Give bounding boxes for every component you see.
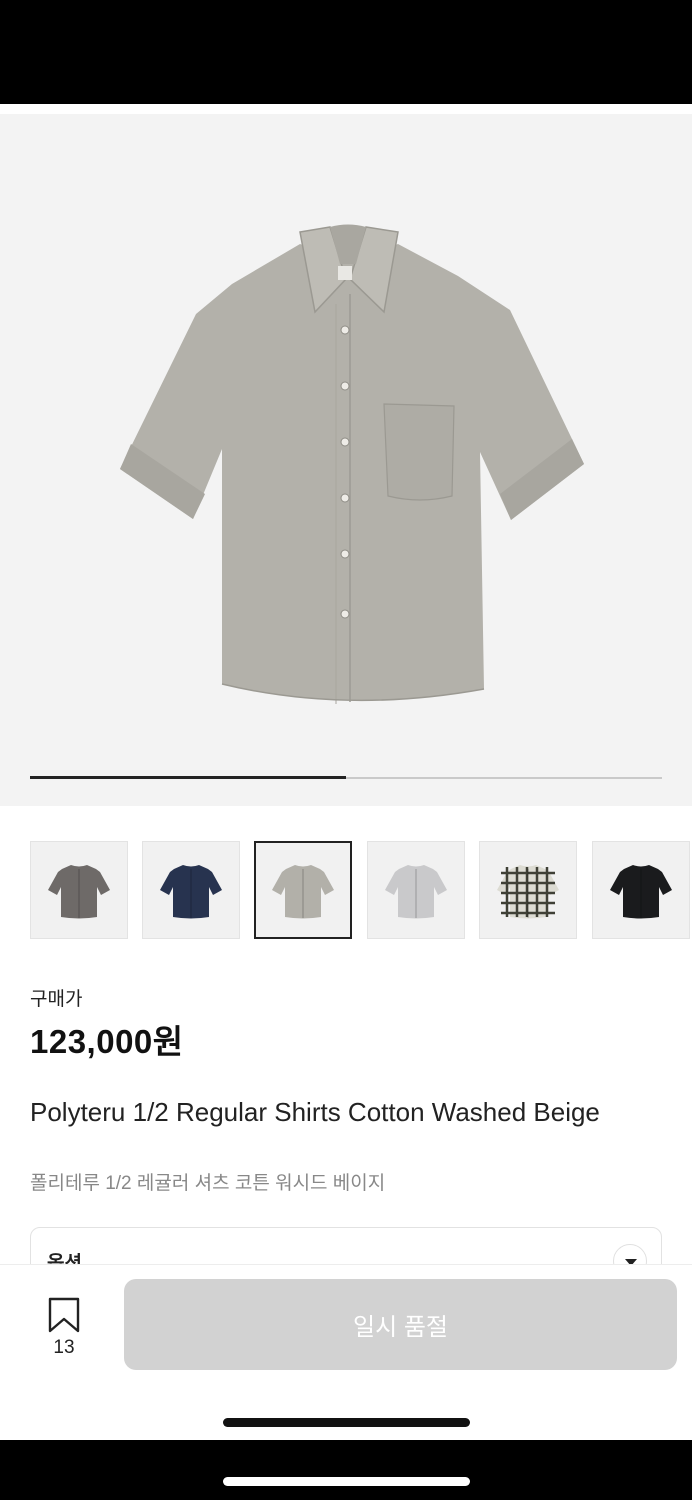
product-image-carousel[interactable] (0, 114, 692, 806)
price-label: 구매가 (30, 989, 83, 1010)
variant-thumb-gray[interactable] (30, 841, 128, 939)
variant-thumb-navy[interactable] (142, 841, 240, 939)
home-indicator-outer (223, 1477, 470, 1486)
variant-thumb-check[interactable] (479, 841, 577, 939)
image-progress-fill (30, 776, 346, 779)
image-progress-track (30, 776, 662, 779)
variant-shirt-black (610, 865, 672, 919)
bottom-action-bar: 13 일시 품절 (0, 1264, 692, 1440)
shirt-image (120, 224, 584, 704)
variant-thumbnails (30, 841, 692, 939)
variant-thumb-light-gray[interactable] (367, 841, 465, 939)
variant-shirt-check (497, 865, 559, 919)
home-indicator (223, 1418, 470, 1427)
variant-shirt-light-gray (385, 865, 447, 919)
status-bar (0, 0, 692, 104)
variant-thumb-beige[interactable] (254, 841, 352, 939)
wishlist-button[interactable]: 13 (36, 1291, 92, 1361)
variant-shirt-navy (160, 865, 222, 919)
product-title-en: Polyteru 1/2 Regular Shirts Cotton Washe… (30, 1097, 600, 1127)
product-screen: 구매가 123,000원 Polyteru 1/2 Regular Shirts… (0, 104, 692, 1440)
bottom-letterbox (0, 1440, 692, 1500)
bookmark-icon (48, 1297, 80, 1333)
variant-shirt-beige (272, 865, 334, 919)
sold-out-button[interactable]: 일시 품절 (124, 1279, 677, 1370)
price: 123,000원 (30, 1023, 184, 1060)
wishlist-count: 13 (53, 1337, 75, 1358)
variant-shirt-gray (48, 865, 110, 919)
variant-thumb-black[interactable] (592, 841, 690, 939)
product-title-ko: 폴리테루 1/2 레귤러 셔츠 코튼 워시드 베이지 (30, 1173, 386, 1194)
